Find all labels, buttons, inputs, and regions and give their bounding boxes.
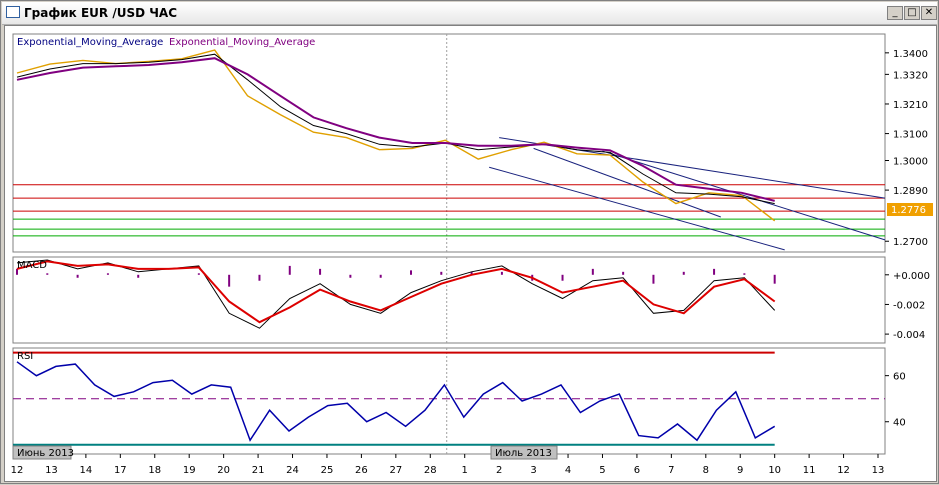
maximize-button[interactable]: □ <box>904 6 920 20</box>
x-tick-label: 18 <box>148 465 161 476</box>
x-tick-label: 27 <box>389 465 402 476</box>
x-tick-label: 4 <box>565 465 571 476</box>
y-tick-label: 1.2890 <box>893 186 928 197</box>
close-button[interactable]: ✕ <box>921 6 937 20</box>
y-tick-label: 1.3000 <box>893 156 928 167</box>
y-tick-label: +0.000 <box>893 271 930 282</box>
y-tick-label: 40 <box>893 418 906 429</box>
x-tick-label: 1 <box>462 465 468 476</box>
x-tick-label: 24 <box>286 465 299 476</box>
legend-ema-fast: Exponential_Moving_Average <box>17 37 163 48</box>
x-tick-label: 6 <box>634 465 640 476</box>
x-tick-label: 26 <box>355 465 368 476</box>
title-bar[interactable]: График EUR /USD ЧАС _ □ ✕ <box>2 2 937 25</box>
minimize-button[interactable]: _ <box>887 6 903 20</box>
x-tick-label: 11 <box>803 465 816 476</box>
y-tick-label: -0.004 <box>893 330 925 341</box>
x-tick-label: 8 <box>703 465 709 476</box>
x-tick-label: 7 <box>668 465 674 476</box>
chart-svg[interactable]: 1.3400 1.3320 1.3210 1.3100 1.3000 1.2890 1.27… <box>5 26 936 481</box>
x-tick-label: 25 <box>321 465 334 476</box>
x-tick-label: 17 <box>114 465 127 476</box>
legend-ema-slow: Exponential_Moving_Average <box>169 37 315 48</box>
x-tick-label: 12 <box>837 465 850 476</box>
y-tick-label: 60 <box>893 372 906 383</box>
x-axis: 12 13 14 17 18 19 20 21 24 25 26 27 28 1 2 3 4 5 6 7 8 9 10 11 1… <box>11 454 885 476</box>
x-tick-label: 9 <box>737 465 743 476</box>
rsi-pane <box>12 347 886 455</box>
y-tick-label: 1.3100 <box>893 130 928 141</box>
price-y-ticks: 1.3400 1.3320 1.3210 1.3100 1.3000 1.2890 1.27… <box>885 49 928 248</box>
y-tick-label: 1.3400 <box>893 49 928 60</box>
month-marker-june: Июнь 2013 <box>17 448 74 459</box>
macd-title: MACD <box>17 260 47 271</box>
x-tick-label: 5 <box>599 465 605 476</box>
x-tick-label: 19 <box>183 465 196 476</box>
y-tick-label: 1.3210 <box>893 100 928 111</box>
macd-y-ticks: +0.000 -0.002 -0.004 <box>885 271 930 341</box>
y-tick-label: 1.2700 <box>893 237 928 248</box>
chart-icon <box>6 6 20 18</box>
x-tick-label: 20 <box>217 465 230 476</box>
window-title: График EUR /USD ЧАС <box>24 6 178 20</box>
x-tick-label: 2 <box>496 465 502 476</box>
x-tick-label: 28 <box>424 465 437 476</box>
x-tick-label: 3 <box>530 465 536 476</box>
x-tick-label: 13 <box>872 465 885 476</box>
rsi-title: RSI <box>17 351 33 362</box>
x-tick-label: 12 <box>11 465 24 476</box>
rsi-y-ticks: 60 40 <box>885 372 906 429</box>
chart-area[interactable]: 1.3400 1.3320 1.3210 1.3100 1.3000 1.2890 1.27… <box>4 25 937 482</box>
x-tick-label: 13 <box>45 465 58 476</box>
y-tick-label: -0.002 <box>893 300 925 311</box>
last-price-label: 1.2776 <box>891 205 926 216</box>
x-tick-label: 10 <box>768 465 781 476</box>
month-marker-july: Июль 2013 <box>495 448 552 459</box>
x-tick-label: 21 <box>252 465 265 476</box>
chart-window: График EUR /USD ЧАС _ □ ✕ 1.3400 1.3320 1.… <box>0 0 939 484</box>
x-tick-label: 14 <box>80 465 93 476</box>
y-tick-label: 1.3320 <box>893 70 928 81</box>
